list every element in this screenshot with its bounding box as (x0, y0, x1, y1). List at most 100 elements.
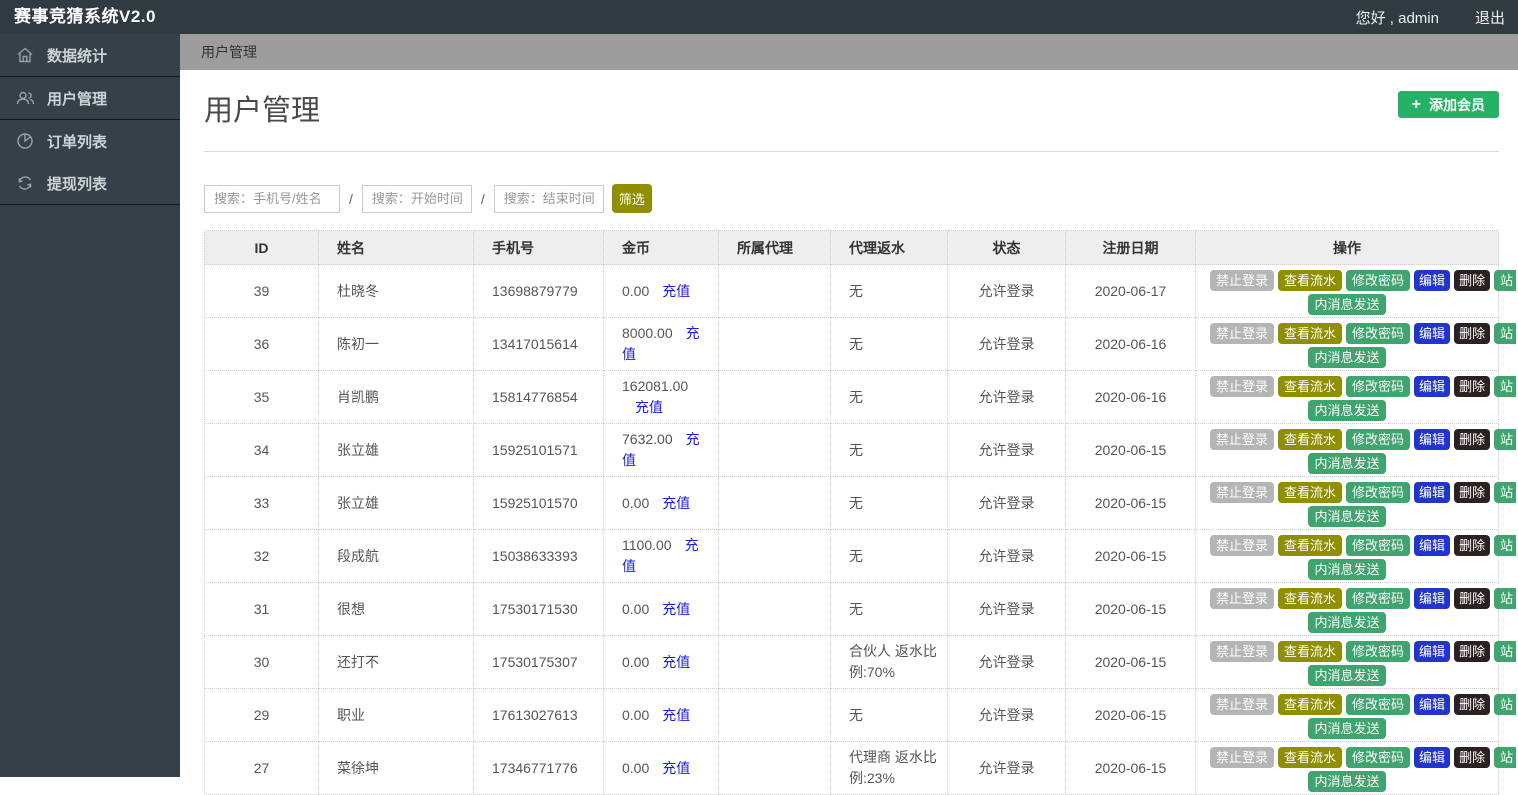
recharge-link[interactable]: 充值 (662, 283, 690, 299)
change-password-button[interactable]: 修改密码 (1346, 746, 1411, 768)
sidebar-item-users[interactable]: 用户管理 (0, 77, 180, 119)
recharge-link[interactable]: 充值 (662, 495, 690, 511)
delete-button[interactable]: 删除 (1454, 322, 1491, 344)
send-message-button-wrap[interactable]: 内消息发送 (1308, 452, 1386, 474)
filter-button[interactable]: 筛选 (611, 184, 652, 213)
ban-login-button[interactable]: 禁止登录 (1210, 322, 1275, 344)
delete-button[interactable]: 删除 (1454, 640, 1491, 662)
search-name-input[interactable] (204, 184, 340, 213)
change-password-button[interactable]: 修改密码 (1346, 640, 1411, 662)
send-message-button[interactable]: 站 (1494, 746, 1517, 768)
ban-login-button[interactable]: 禁止登录 (1210, 534, 1275, 556)
send-message-button[interactable]: 站 (1494, 428, 1517, 450)
send-message-button[interactable]: 站 (1494, 693, 1517, 715)
logout-link[interactable]: 退出 (1475, 7, 1505, 28)
cell-user-agent (718, 688, 831, 742)
change-password-button[interactable]: 修改密码 (1346, 375, 1411, 397)
delete-button[interactable]: 删除 (1454, 693, 1491, 715)
view-flow-button[interactable]: 查看流水 (1278, 428, 1343, 450)
view-flow-button[interactable]: 查看流水 (1278, 322, 1343, 344)
edit-button[interactable]: 编辑 (1414, 587, 1451, 609)
recharge-link[interactable]: 充值 (662, 707, 690, 723)
send-message-button[interactable]: 站 (1494, 322, 1517, 344)
delete-button[interactable]: 删除 (1454, 587, 1491, 609)
cell-user-phone: 17530171530 (473, 582, 604, 636)
view-flow-button[interactable]: 查看流水 (1278, 746, 1343, 768)
send-message-button-wrap[interactable]: 内消息发送 (1308, 505, 1386, 527)
change-password-button[interactable]: 修改密码 (1346, 481, 1411, 503)
sidebar-item-statistics[interactable]: 数据统计 (0, 34, 180, 76)
send-message-button-wrap[interactable]: 内消息发送 (1308, 293, 1386, 315)
view-flow-button[interactable]: 查看流水 (1278, 375, 1343, 397)
recharge-link[interactable]: 充值 (662, 654, 690, 670)
recharge-link[interactable]: 充值 (662, 760, 690, 776)
search-start-time-input[interactable] (361, 184, 472, 213)
cell-user-regdate: 2020-06-15 (1065, 635, 1196, 689)
edit-button[interactable]: 编辑 (1414, 322, 1451, 344)
operations-line-2: 内消息发送 (1208, 558, 1486, 580)
table-row: 36 陈初一 13417015614 8000.00 充值 无 允许登录 2020… (204, 317, 1517, 371)
delete-button[interactable]: 删除 (1454, 375, 1491, 397)
edit-button[interactable]: 编辑 (1414, 481, 1451, 503)
edit-button[interactable]: 编辑 (1414, 534, 1451, 556)
edit-button[interactable]: 编辑 (1414, 746, 1451, 768)
cell-operations: 禁止登录 查看流水 修改密码 编辑 删除站 内消息发送 (1195, 264, 1517, 318)
view-flow-button[interactable]: 查看流水 (1278, 587, 1343, 609)
edit-button[interactable]: 编辑 (1414, 269, 1451, 291)
edit-button[interactable]: 编辑 (1414, 640, 1451, 662)
ban-login-button[interactable]: 禁止登录 (1210, 746, 1275, 768)
ban-login-button[interactable]: 禁止登录 (1210, 693, 1275, 715)
coins-value: 0.00 (622, 600, 650, 617)
change-password-button[interactable]: 修改密码 (1346, 534, 1411, 556)
change-password-button[interactable]: 修改密码 (1346, 587, 1411, 609)
ban-login-button[interactable]: 禁止登录 (1210, 375, 1275, 397)
send-message-button-wrap[interactable]: 内消息发送 (1308, 346, 1386, 368)
delete-button[interactable]: 删除 (1454, 428, 1491, 450)
cell-user-coins: 7632.00 充值 (603, 423, 719, 477)
cell-user-id: 35 (204, 370, 319, 424)
edit-button[interactable]: 编辑 (1414, 693, 1451, 715)
search-end-time-input[interactable] (493, 184, 604, 213)
delete-button[interactable]: 删除 (1454, 269, 1491, 291)
ban-login-button[interactable]: 禁止登录 (1210, 587, 1275, 609)
edit-button[interactable]: 编辑 (1414, 375, 1451, 397)
send-message-button[interactable]: 站 (1494, 375, 1517, 397)
send-message-button[interactable]: 站 (1494, 269, 1517, 291)
send-message-button-wrap[interactable]: 内消息发送 (1308, 770, 1386, 792)
view-flow-button[interactable]: 查看流水 (1278, 269, 1343, 291)
ban-login-button[interactable]: 禁止登录 (1210, 428, 1275, 450)
send-message-button[interactable]: 站 (1494, 587, 1517, 609)
send-message-button-wrap[interactable]: 内消息发送 (1308, 558, 1386, 580)
send-message-button[interactable]: 站 (1494, 481, 1517, 503)
change-password-button[interactable]: 修改密码 (1346, 693, 1411, 715)
send-message-button-wrap[interactable]: 内消息发送 (1308, 717, 1386, 739)
recharge-link[interactable]: 充值 (635, 399, 663, 415)
cell-user-agent (718, 370, 831, 424)
change-password-button[interactable]: 修改密码 (1346, 269, 1411, 291)
send-message-button[interactable]: 站 (1494, 534, 1517, 556)
recharge-link[interactable]: 充值 (662, 601, 690, 617)
send-message-button[interactable]: 站 (1494, 640, 1517, 662)
ban-login-button[interactable]: 禁止登录 (1210, 269, 1275, 291)
operations-line-1: 禁止登录 查看流水 修改密码 编辑 删除站 (1208, 321, 1517, 345)
add-member-button[interactable]: + 添加会员 (1397, 91, 1499, 118)
change-password-button[interactable]: 修改密码 (1346, 322, 1411, 344)
view-flow-button[interactable]: 查看流水 (1278, 481, 1343, 503)
send-message-button-wrap[interactable]: 内消息发送 (1308, 399, 1386, 421)
send-message-button-wrap[interactable]: 内消息发送 (1308, 664, 1386, 686)
delete-button[interactable]: 删除 (1454, 746, 1491, 768)
sidebar-item-orders[interactable]: 订单列表 (0, 120, 180, 162)
delete-button[interactable]: 删除 (1454, 534, 1491, 556)
cell-user-name: 很想 (318, 582, 474, 636)
send-message-button-wrap[interactable]: 内消息发送 (1308, 611, 1386, 633)
refresh-icon (15, 173, 35, 193)
view-flow-button[interactable]: 查看流水 (1278, 534, 1343, 556)
ban-login-button[interactable]: 禁止登录 (1210, 481, 1275, 503)
delete-button[interactable]: 删除 (1454, 481, 1491, 503)
view-flow-button[interactable]: 查看流水 (1278, 693, 1343, 715)
edit-button[interactable]: 编辑 (1414, 428, 1451, 450)
sidebar-item-withdrawals[interactable]: 提现列表 (0, 162, 180, 204)
change-password-button[interactable]: 修改密码 (1346, 428, 1411, 450)
ban-login-button[interactable]: 禁止登录 (1210, 640, 1275, 662)
view-flow-button[interactable]: 查看流水 (1278, 640, 1343, 662)
